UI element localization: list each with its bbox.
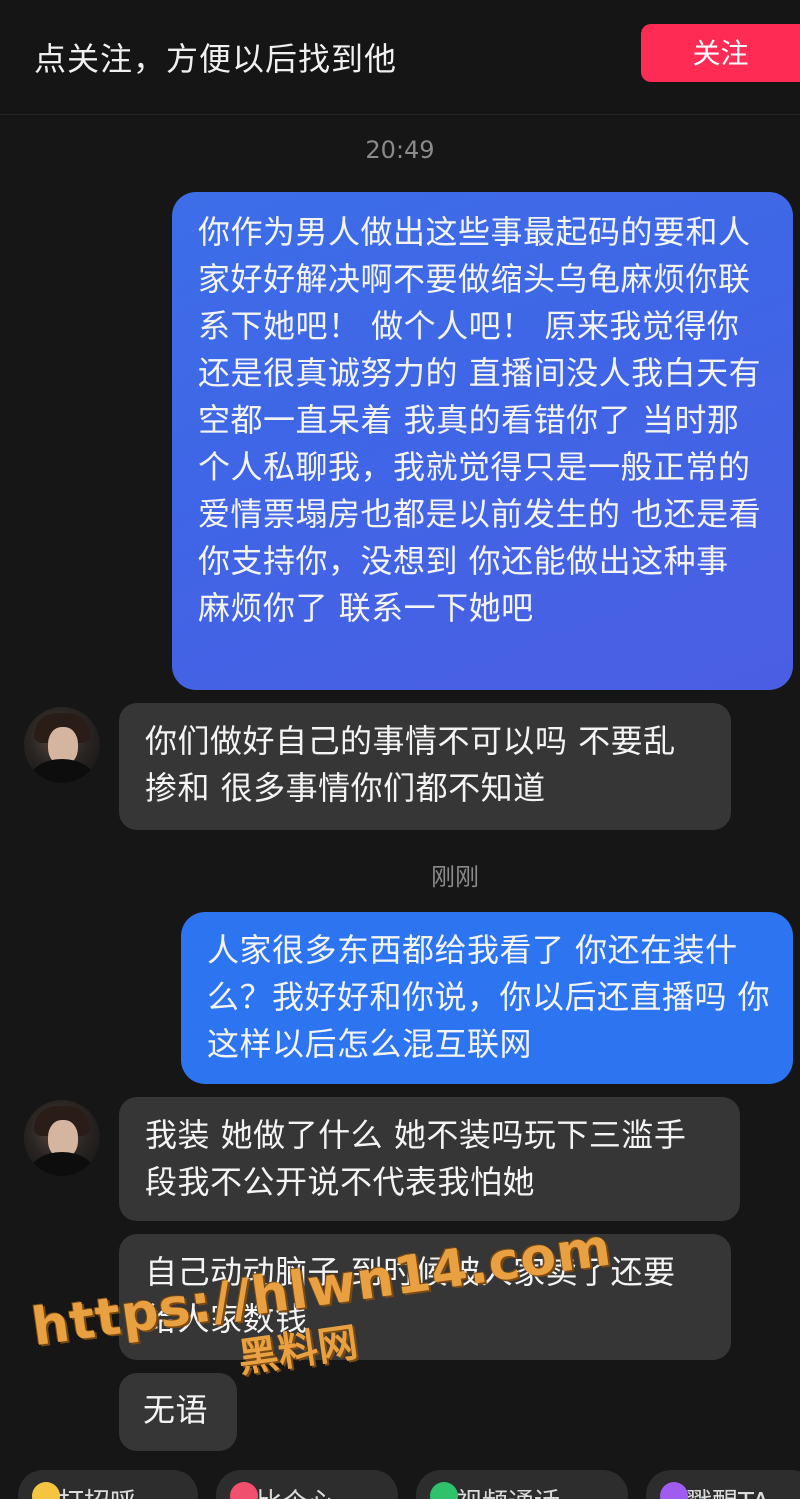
avatar-body <box>30 1152 94 1176</box>
quick-action-label: 比个心 <box>256 1488 334 1499</box>
outgoing-message[interactable]: 你作为男人做出这些事最起码的要和人家好好解决啊不要做缩头乌龟麻烦你联系下她吧！ … <box>172 192 793 690</box>
incoming-message[interactable]: 我装 她做了什么 她不装吗玩下三滥手段我不公开说不代表我怕她 <box>119 1097 740 1221</box>
quick-action-label: 视频通话 <box>456 1488 560 1499</box>
contact-avatar[interactable] <box>24 1100 100 1176</box>
quick-action-heart[interactable]: 比个心 <box>216 1470 398 1499</box>
incoming-message[interactable]: 无语 <box>119 1373 237 1451</box>
avatar-body <box>30 759 94 783</box>
incoming-message[interactable]: 自己动动脑子 到时候被人家卖了还要给人家数钱 <box>119 1234 731 1360</box>
poke-icon <box>660 1482 688 1499</box>
quick-action-greet[interactable]: 打招呼 <box>18 1470 198 1499</box>
video-icon <box>430 1482 458 1499</box>
message-timestamp: 刚刚 <box>431 863 479 891</box>
quick-action-poke[interactable]: 戳醒TA <box>646 1470 800 1499</box>
follow-bar: 点关注，方便以后找到他 关注 <box>0 0 800 115</box>
quick-action-label: 戳醒TA <box>686 1488 770 1499</box>
quick-action-video-call[interactable]: 视频通话 <box>416 1470 628 1499</box>
quick-actions-bar: 打招呼 比个心 视频通话 戳醒TA <box>0 1470 800 1499</box>
outgoing-message[interactable]: 人家很多东西都给我看了 你还在装什么？我好好和你说，你以后还直播吗 你这样以后怎… <box>181 912 793 1084</box>
heart-icon <box>230 1482 258 1499</box>
incoming-message[interactable]: 你们做好自己的事情不可以吗 不要乱掺和 很多事情你们都不知道 <box>119 703 731 830</box>
follow-prompt: 点关注，方便以后找到他 <box>34 40 398 78</box>
follow-button[interactable]: 关注 <box>641 24 800 82</box>
smile-icon <box>32 1482 60 1499</box>
message-timestamp: 20:49 <box>365 136 435 164</box>
quick-action-label: 打招呼 <box>58 1488 136 1499</box>
contact-avatar[interactable] <box>24 707 100 783</box>
